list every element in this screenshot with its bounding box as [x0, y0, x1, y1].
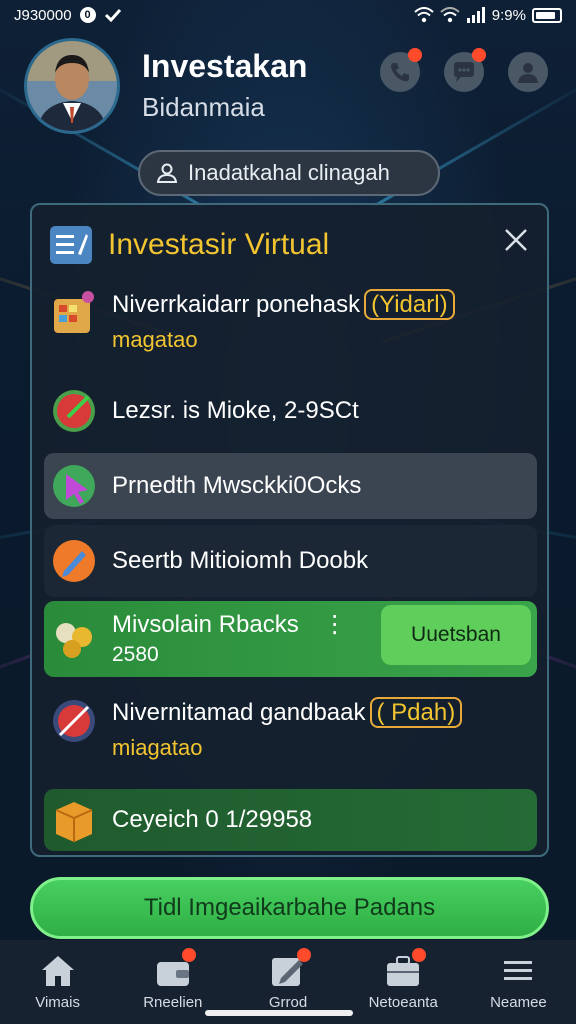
briefcase-icon: [384, 948, 427, 988]
header-subtitle: Bidanmaia: [142, 92, 265, 122]
nav-label: Rneelien: [143, 994, 203, 1011]
home-indicator[interactable]: [205, 1010, 353, 1016]
chat-button[interactable]: [444, 48, 486, 92]
list-item[interactable]: Ceyeich 0 1/29958: [44, 789, 537, 851]
chat-icon: [454, 62, 474, 82]
nav-item-menu[interactable]: Neamee: [461, 940, 576, 1024]
check-icon: [104, 8, 121, 22]
list-item[interactable]: Niverrkaidarr ponehask (Yidarl) magatao: [44, 289, 537, 353]
app-badge-icon: 0: [79, 7, 96, 23]
row-title: Seertb Mitioiomh Doobk: [112, 546, 369, 574]
row-title: Prnedth Mwsckki0Ocks: [112, 471, 362, 499]
row-title: Niverrkaidarr ponehask: [112, 291, 361, 318]
notification-badge: [181, 948, 196, 962]
more-icon[interactable]: ⋮: [323, 611, 347, 638]
notification-badge: [297, 948, 311, 962]
investment-panel: Investasir Virtual Niverrkaidarr ponehas…: [30, 203, 549, 857]
row-title: Lezsr. is Mioke, 2-9SCt: [112, 397, 359, 424]
dashboard-icon: [50, 289, 98, 337]
wallet-icon: [154, 948, 196, 988]
profile-button[interactable]: [508, 52, 548, 92]
nav-label: Netoeanta: [368, 994, 438, 1011]
wifi-icon: [414, 7, 434, 23]
battery-percent: 9:9%: [491, 6, 526, 24]
row-subtitle: miagatao: [112, 735, 203, 761]
row-subtitle: magatao: [112, 327, 198, 353]
menu-icon: [499, 954, 537, 988]
list-item[interactable]: Prnedth Mwsckki0Ocks: [44, 453, 537, 519]
user-icon: [518, 63, 538, 83]
row-title: Ceyeich 0 1/29958: [112, 805, 313, 833]
phone-icon: [391, 63, 409, 82]
claim-button[interactable]: Uuetsban: [381, 605, 531, 665]
pencil-icon: [50, 537, 98, 585]
status-time: J930000: [14, 6, 72, 24]
header-title: Investakan: [142, 48, 308, 84]
header: Investakan Bidanmaia: [0, 30, 576, 140]
signal-icon: [466, 7, 485, 23]
avatar[interactable]: [24, 38, 120, 134]
target-icon: [50, 387, 98, 435]
row-tag: (Yidarl): [364, 289, 455, 320]
close-button[interactable]: [501, 225, 531, 255]
cursor-icon: [50, 462, 98, 510]
home-icon: [39, 954, 77, 988]
row-tag: ( Pdah): [369, 697, 463, 728]
nav-item-home[interactable]: Vimais: [0, 940, 115, 1024]
panel-header: Investasir Virtual: [50, 223, 329, 267]
close-icon: [505, 229, 527, 251]
notification-badge: [472, 48, 486, 62]
nav-label: Grrod: [268, 994, 308, 1011]
panel-title: Investasir Virtual: [108, 228, 330, 261]
box-icon: [50, 796, 98, 844]
row-title: Nivernitamad gandbaak: [112, 699, 366, 726]
compass-icon: [50, 697, 98, 745]
list-icon: [50, 226, 92, 264]
search-button[interactable]: Inadatkahal clinagah: [138, 150, 440, 196]
phone-button[interactable]: [380, 48, 422, 92]
notification-badge: [412, 948, 427, 962]
main-action-button[interactable]: Tidl Imgeaikarbahe Padans: [30, 877, 549, 939]
status-bar: J930000 0 9:9%: [0, 0, 576, 30]
list-item[interactable]: Seertb Mitioiomh Doobk: [44, 525, 537, 597]
notification-badge: [408, 48, 422, 62]
battery-icon: [532, 7, 562, 23]
list-item[interactable]: Mivsolain Rbacks ⋮ 2580 Uuetsban: [44, 601, 537, 677]
user-outline-icon: [156, 163, 178, 183]
nav-label: Vimais: [35, 994, 80, 1011]
coins-icon: [50, 615, 98, 663]
list-item[interactable]: Nivernitamad gandbaak( Pdah) miagatao: [44, 697, 537, 761]
nav-item-briefcase[interactable]: Netoeanta: [346, 940, 461, 1024]
row-title: Mivsolain Rbacks: [112, 610, 299, 638]
list-item[interactable]: Lezsr. is Mioke, 2-9SCt: [44, 387, 537, 435]
nav-label: Neamee: [490, 994, 547, 1011]
edit-icon: [269, 948, 311, 988]
search-label: Inadatkahal clinagah: [188, 160, 390, 185]
wifi-icon-2: [440, 7, 460, 23]
row-value: 2580: [112, 643, 159, 667]
